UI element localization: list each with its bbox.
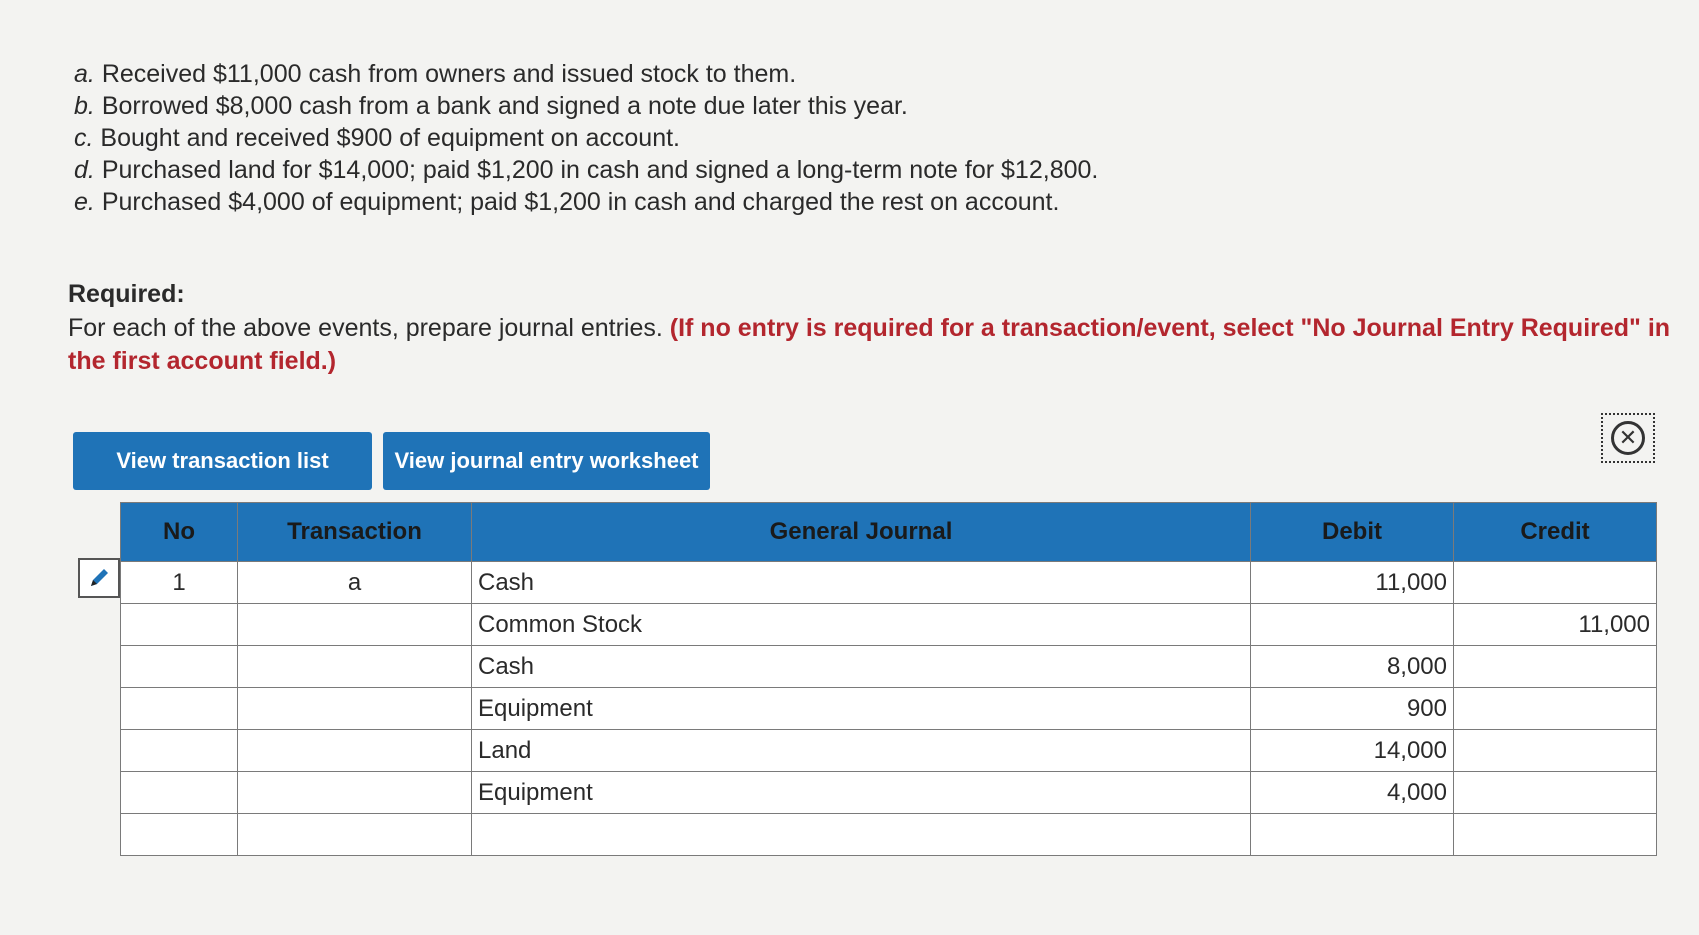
cell-debit[interactable]: 14,000 (1250, 729, 1454, 772)
table-row: Equipment 900 (120, 687, 1657, 730)
cell-no: 1 (120, 561, 238, 604)
header-debit: Debit (1250, 502, 1454, 562)
cell-account[interactable]: Land (471, 729, 1251, 772)
cell-credit[interactable] (1453, 645, 1657, 688)
cell-transaction (237, 645, 472, 688)
table-row: Land 14,000 (120, 729, 1657, 772)
pencil-icon (91, 569, 108, 586)
header-no: No (120, 502, 238, 562)
table-row: Common Stock 11,000 (120, 603, 1657, 646)
cell-debit[interactable]: 4,000 (1250, 771, 1454, 814)
cell-credit[interactable] (1453, 561, 1657, 604)
cell-transaction (237, 687, 472, 730)
cell-debit[interactable]: 11,000 (1250, 561, 1454, 604)
cell-no (120, 771, 238, 814)
table-row: Equipment 4,000 (120, 771, 1657, 814)
close-button[interactable]: ✕ (1601, 413, 1655, 463)
event-list: a. Received $11,000 cash from owners and… (74, 58, 1098, 218)
required-heading: Required: (68, 280, 185, 308)
cell-credit[interactable] (1453, 729, 1657, 772)
header-transaction: Transaction (237, 502, 472, 562)
view-transaction-list-button[interactable]: View transaction list (73, 432, 372, 490)
table-row: 1 a Cash 11,000 (120, 561, 1657, 604)
cell-account[interactable]: Common Stock (471, 603, 1251, 646)
close-circle-icon: ✕ (1611, 421, 1645, 455)
header-general-journal: General Journal (471, 502, 1251, 562)
cell-debit[interactable] (1250, 603, 1454, 646)
cell-account[interactable]: Cash (471, 645, 1251, 688)
table-row (120, 813, 1657, 856)
general-journal-table: No Transaction General Journal Debit Cre… (120, 502, 1657, 856)
event-item: a. Received $11,000 cash from owners and… (74, 60, 797, 88)
cell-no (120, 729, 238, 772)
cell-transaction (237, 771, 472, 814)
cell-account[interactable]: Equipment (471, 771, 1251, 814)
cell-account[interactable]: Equipment (471, 687, 1251, 730)
cell-no (120, 645, 238, 688)
event-item: e. Purchased $4,000 of equipment; paid $… (74, 188, 1060, 216)
cell-debit[interactable] (1250, 813, 1454, 856)
cell-transaction (237, 729, 472, 772)
cell-no (120, 813, 238, 856)
table-header-row: No Transaction General Journal Debit Cre… (120, 502, 1657, 562)
view-journal-entry-worksheet-button[interactable]: View journal entry worksheet (383, 432, 710, 490)
event-item: b. Borrowed $8,000 cash from a bank and … (74, 92, 908, 120)
event-item: c. Bought and received $900 of equipment… (74, 124, 680, 152)
table-row: Cash 8,000 (120, 645, 1657, 688)
cell-credit[interactable] (1453, 687, 1657, 730)
cell-debit[interactable]: 8,000 (1250, 645, 1454, 688)
header-credit: Credit (1453, 502, 1657, 562)
event-item: d. Purchased land for $14,000; paid $1,2… (74, 156, 1099, 184)
cell-debit[interactable]: 900 (1250, 687, 1454, 730)
cell-account[interactable] (471, 813, 1251, 856)
edit-entry-button[interactable] (78, 558, 120, 598)
cell-transaction (237, 603, 472, 646)
cell-credit[interactable]: 11,000 (1453, 603, 1657, 646)
cell-no (120, 603, 238, 646)
instructions-text: For each of the above events, prepare jo… (68, 314, 670, 342)
cell-transaction (237, 813, 472, 856)
cell-credit[interactable] (1453, 771, 1657, 814)
cell-no (120, 687, 238, 730)
cell-account[interactable]: Cash (471, 561, 1251, 604)
instructions: For each of the above events, prepare jo… (68, 312, 1698, 378)
cell-transaction: a (237, 561, 472, 604)
cell-credit[interactable] (1453, 813, 1657, 856)
